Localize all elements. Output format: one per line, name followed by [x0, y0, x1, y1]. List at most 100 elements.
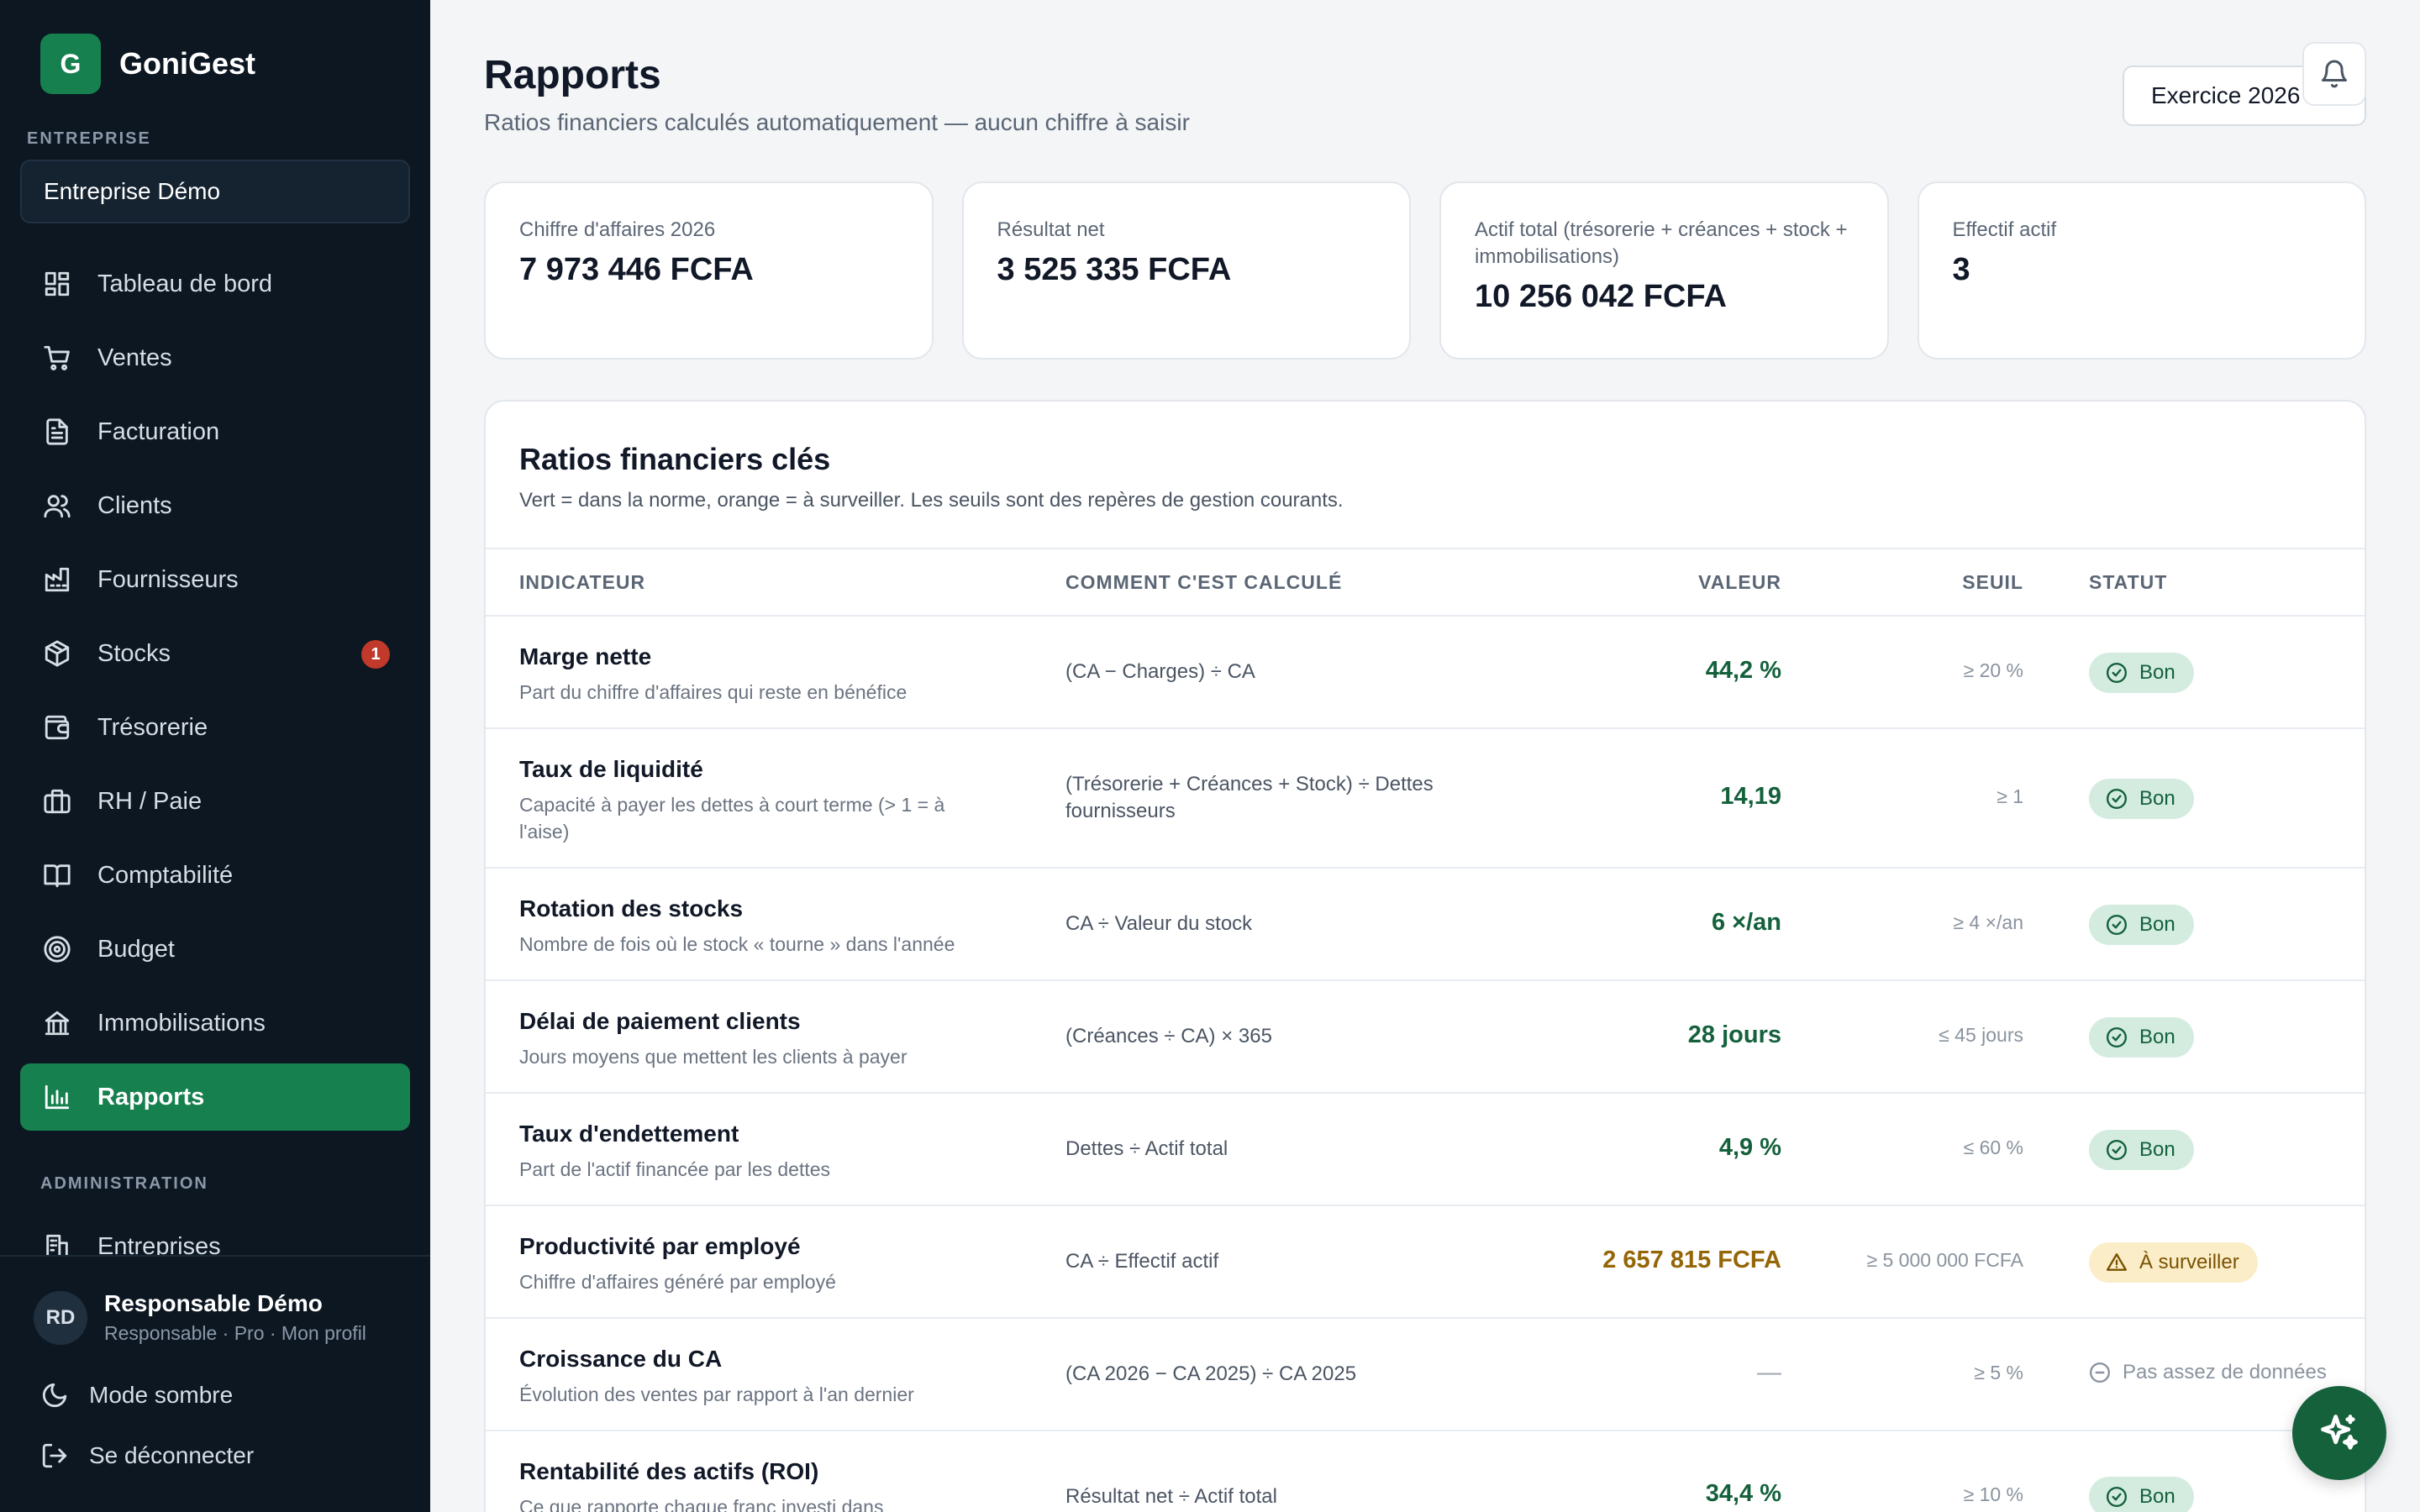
sidebar-item-fournisseurs[interactable]: Fournisseurs: [20, 546, 410, 613]
logout-button[interactable]: Se déconnecter: [40, 1441, 254, 1470]
check-circle-icon: [2106, 788, 2128, 810]
status-label: Bon: [2139, 1026, 2175, 1048]
notifications-button[interactable]: [2302, 42, 2366, 106]
sidebar-item-tresorerie[interactable]: Trésorerie: [20, 694, 410, 761]
indicator-name: Productivité par employé: [519, 1233, 801, 1259]
ratio-threshold: ≥ 5 %: [1974, 1362, 2023, 1383]
ratio-threshold: ≥ 4 ×/an: [1953, 911, 2023, 933]
sidebar-item-label: Ventes: [97, 344, 172, 371]
brand-name: GoniGest: [119, 46, 256, 81]
invoice-icon: [40, 415, 74, 449]
status-badge: Bon: [2089, 653, 2194, 693]
check-circle-icon: [2106, 914, 2128, 936]
minus-circle-icon: [2089, 1362, 2111, 1383]
table-header: Indicateur Comment c'est calculé Valeur …: [486, 548, 2365, 617]
brand-logo: G: [40, 34, 101, 94]
check-circle-icon: [2106, 1486, 2128, 1508]
sidebar: G GoniGest ENTREPRISE Entreprise Démo Ta…: [0, 0, 430, 1512]
column-header-indicator: Indicateur: [519, 571, 646, 593]
indicator-description: Part du chiffre d'affaires qui reste en …: [519, 681, 908, 703]
logout-icon: [42, 1443, 67, 1468]
ai-assistant-button[interactable]: [2292, 1386, 2386, 1480]
sparkle-icon: [2321, 1415, 2358, 1450]
status-badge: Bon: [2089, 1130, 2194, 1170]
warning-icon: [2106, 1253, 2128, 1271]
book-icon: [40, 858, 74, 892]
ratio-value: 44,2 %: [1705, 657, 1781, 684]
kpi-value: 3 525 335 FCFA: [997, 252, 1232, 287]
indicator-name: Croissance du CA: [519, 1346, 723, 1372]
status-badge: Bon: [2089, 779, 2194, 819]
sidebar-item-rapports[interactable]: Rapports: [20, 1063, 410, 1131]
indicator-name: Rentabilité des actifs (ROI): [519, 1458, 819, 1484]
factory-icon: [40, 563, 74, 596]
ratio-threshold: ≥ 5 000 000 FCFA: [1866, 1249, 2023, 1271]
sidebar-item-label: Immobilisations: [97, 1009, 266, 1037]
kpi-card-net-result: Résultat net 3 525 335 FCFA: [961, 181, 1411, 360]
status-badge: Pas assez de données: [2089, 1352, 2345, 1393]
status-label: Bon: [2139, 1138, 2175, 1161]
cart-icon: [40, 341, 74, 375]
dark-mode-toggle[interactable]: Mode sombre: [40, 1381, 233, 1410]
calculation-formula: (Trésorerie + Créances + Stock) ÷ Dettes…: [1065, 773, 1434, 822]
check-circle-icon: [2106, 1139, 2128, 1161]
company-section-label: ENTREPRISE: [27, 129, 151, 148]
ratio-value: 14,19: [1720, 783, 1781, 810]
table-row: Rotation des stocks Nombre de fois où le …: [486, 869, 2365, 981]
ratio-threshold: ≥ 20 %: [1963, 659, 2023, 681]
indicator-name: Marge nette: [519, 643, 652, 669]
ratio-value: —: [1757, 1359, 1781, 1386]
main-content: Rapports Ratios financiers calculés auto…: [430, 0, 2420, 1512]
indicator-description: Jours moyens que mettent les clients à p…: [519, 1046, 908, 1068]
admin-section-label: ADMINISTRATION: [40, 1174, 208, 1193]
ratios-title: Ratios financiers clés: [519, 442, 831, 476]
sidebar-item-label: Fournisseurs: [97, 565, 239, 593]
sidebar-item-rh-paie[interactable]: RH / Paie: [20, 768, 410, 835]
kpi-label: Résultat net: [997, 218, 1105, 241]
sidebar-item-label: Comptabilité: [97, 861, 234, 889]
table-row: Productivité par employé Chiffre d'affair…: [486, 1206, 2365, 1319]
target-icon: [40, 932, 74, 966]
indicator-name: Délai de paiement clients: [519, 1008, 801, 1034]
page-subtitle: Ratios financiers calculés automatiqueme…: [484, 109, 1190, 135]
sidebar-item-stocks[interactable]: Stocks 1: [20, 620, 410, 687]
sidebar-item-label: Budget: [97, 935, 175, 963]
kpi-value: 10 256 042 FCFA: [1475, 279, 1727, 314]
stock-alert-badge: 1: [361, 640, 390, 669]
ratio-threshold: ≤ 45 jours: [1939, 1024, 2023, 1046]
company-select[interactable]: Entreprise Démo: [20, 160, 410, 223]
sidebar-item-tableau-de-bord[interactable]: Tableau de bord: [20, 250, 410, 318]
status-badge: Bon: [2089, 1017, 2194, 1058]
kpi-label: Chiffre d'affaires 2026: [519, 218, 716, 241]
indicator-name: Taux de liquidité: [519, 756, 703, 782]
status-badge: Bon: [2089, 905, 2194, 945]
ratios-subtitle: Vert = dans la norme, orange = à surveil…: [519, 489, 1344, 512]
sidebar-nav: Tableau de bord Ventes Facturation Clien…: [20, 250, 410, 1137]
column-header-status: Statut: [2089, 571, 2168, 593]
calculation-formula: (CA 2026 − CA 2025) ÷ CA 2025: [1065, 1362, 1357, 1385]
kpi-label: Effectif actif: [1952, 218, 2057, 241]
ratio-threshold: ≤ 60 %: [1963, 1137, 2023, 1158]
sidebar-item-immobilisations[interactable]: Immobilisations: [20, 990, 410, 1057]
ratio-value: 6 ×/an: [1711, 909, 1781, 936]
ratios-card: Ratios financiers clés Vert = dans la no…: [484, 400, 2366, 1512]
indicator-description: Capacité à payer les dettes à court term…: [519, 794, 945, 843]
sidebar-item-label: Clients: [97, 491, 172, 519]
indicator-name: Taux d'endettement: [519, 1121, 739, 1147]
kpi-value: 3: [1952, 252, 1970, 287]
column-header-value: Valeur: [1698, 571, 1781, 593]
sidebar-item-facturation[interactable]: Facturation: [20, 398, 410, 465]
calculation-formula: (Créances ÷ CA) × 365: [1065, 1025, 1272, 1047]
indicator-description: Évolution des ventes par rapport à l'an …: [519, 1383, 914, 1405]
sidebar-item-budget[interactable]: Budget: [20, 916, 410, 983]
kpi-card-headcount: Effectif actif 3: [1917, 181, 2366, 360]
status-label: Pas assez de données: [2123, 1361, 2327, 1383]
status-badge: Bon: [2089, 1477, 2194, 1512]
brand[interactable]: G GoniGest: [40, 34, 255, 94]
briefcase-icon: [40, 785, 74, 818]
sidebar-item-clients[interactable]: Clients: [20, 472, 410, 539]
user-profile[interactable]: RD Responsable Démo Responsable · Pro · …: [34, 1290, 366, 1345]
kpi-label: Actif total (trésorerie + créances + sto…: [1475, 218, 1848, 268]
sidebar-item-ventes[interactable]: Ventes: [20, 324, 410, 391]
sidebar-item-comptabilite[interactable]: Comptabilité: [20, 842, 410, 909]
